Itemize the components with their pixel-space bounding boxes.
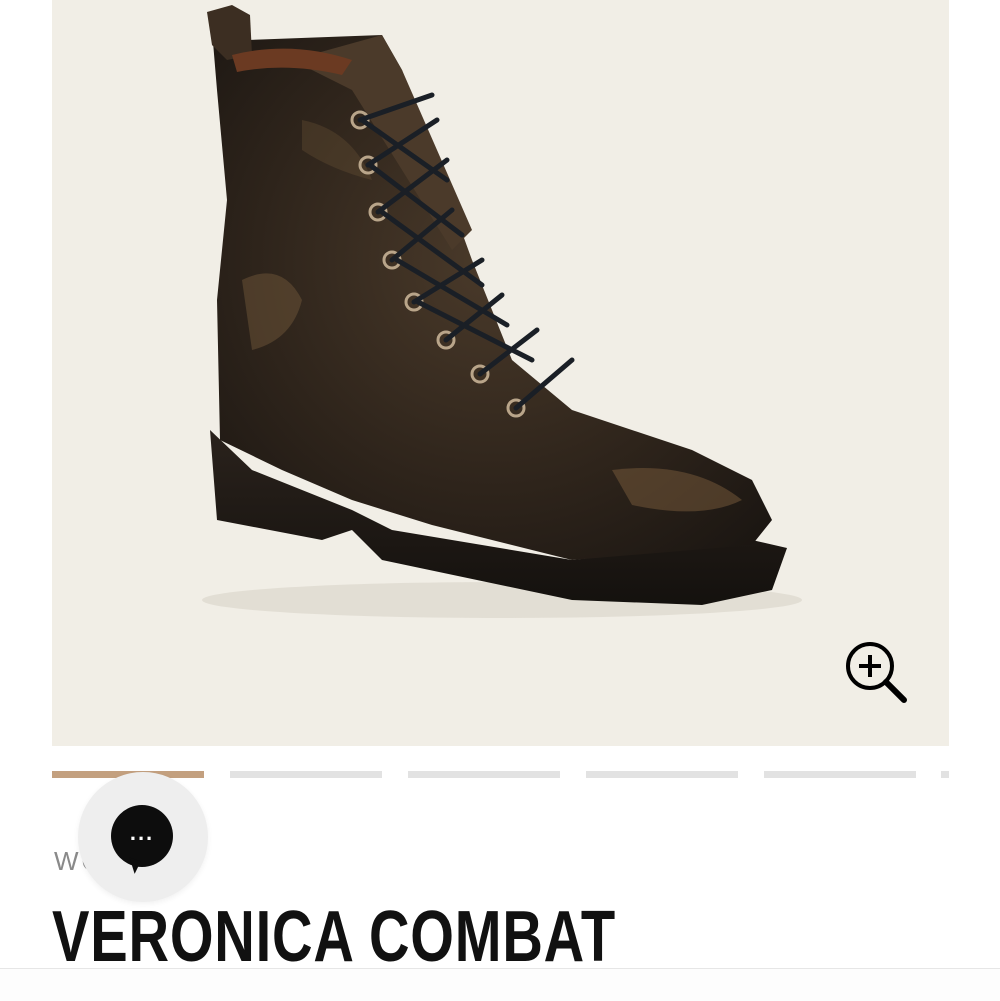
chat-bubble-icon[interactable]: ... — [111, 805, 173, 867]
gallery-indicator-6[interactable] — [941, 771, 949, 778]
chat-dots: ... — [129, 820, 155, 845]
gallery-indicator-3[interactable] — [408, 771, 560, 778]
gallery-indicator-2[interactable] — [230, 771, 382, 778]
gallery-indicator-4[interactable] — [586, 771, 738, 778]
chat-launcher[interactable]: ... — [78, 772, 208, 902]
gallery-indicator-5[interactable] — [764, 771, 916, 778]
product-title: VERONICA COMBAT — [52, 897, 616, 977]
zoom-in-icon — [846, 642, 907, 703]
product-image-gallery[interactable] — [52, 0, 949, 746]
product-image[interactable] — [52, 0, 949, 746]
gallery-pagination — [52, 771, 1000, 779]
zoom-button[interactable] — [840, 636, 910, 706]
page-bottom-edge — [0, 968, 1000, 1001]
